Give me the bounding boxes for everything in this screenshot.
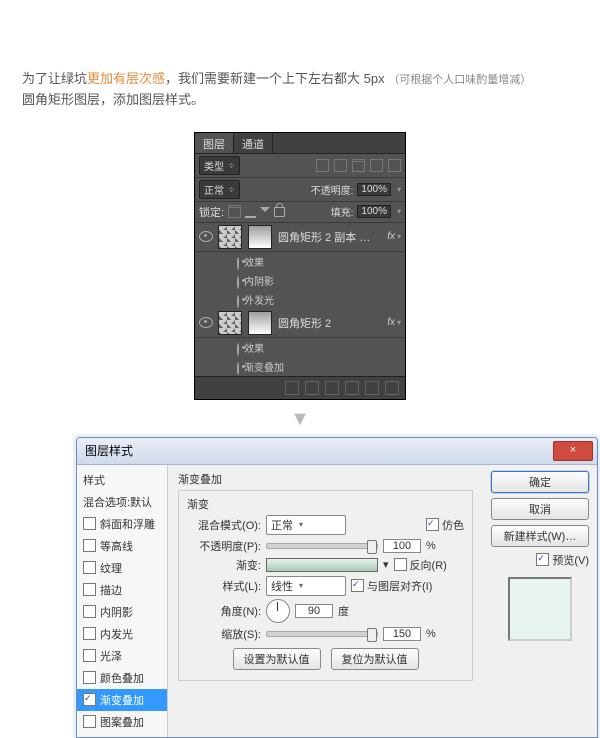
tutorial-paragraph: 为了让绿坑更加有层次感，我们需要新建一个上下左右都大 5px （可根据个人口味酌… [0,13,600,119]
fx-outer-glow[interactable]: 外发光 [244,296,274,307]
ok-button[interactable]: 确定 [491,471,589,493]
fx-indicator[interactable]: fx [387,317,395,328]
link-layers-icon[interactable] [285,381,299,395]
align-checkbox[interactable]: 与图层对齐(I) [351,578,432,594]
blend-mode-label: 混合模式(O): [187,517,261,533]
lock-transparent-icon[interactable] [228,205,241,218]
style-stroke[interactable]: 描边 [77,579,167,601]
layer-mask-icon[interactable] [325,381,339,395]
lock-all-icon[interactable] [274,207,285,217]
layer-thumbnail[interactable] [218,311,242,335]
filter-shape-icon[interactable] [370,159,383,172]
style-inner-shadow[interactable]: 内阴影 [77,601,167,623]
fx-gradient-overlay[interactable]: 渐变叠加 [244,363,284,374]
visibility-toggle[interactable] [237,343,239,356]
fx-inner-shadow[interactable]: 内阴影 [244,277,274,288]
layer-row[interactable]: 圆角矩形 2 fx ▾ [195,309,405,338]
style-list-header[interactable]: 样式 [77,469,167,491]
fx-indicator[interactable]: fx [387,231,395,242]
style-combo[interactable]: 线性▾ [266,576,346,596]
layer-style-icon[interactable] [305,381,319,395]
gradient-picker[interactable] [266,558,378,572]
fx-list-title: 效果 [244,344,264,355]
opacity-value[interactable]: 100% [357,183,391,196]
angle-dial[interactable] [266,599,290,623]
lock-position-icon[interactable] [260,207,270,217]
style-gradient-overlay[interactable]: 渐变叠加 [77,689,167,711]
dither-checkbox[interactable]: 仿色 [426,517,464,533]
filter-adjust-icon[interactable] [334,159,347,172]
visibility-toggle[interactable] [237,276,239,289]
dialog-title: 图层样式 [85,442,133,459]
layer-style-dialog: 图层样式 × 样式 混合选项:默认 斜面和浮雕 等高线 纹理 描边 内阴影 内发… [76,437,598,738]
preview-checkbox[interactable] [536,553,549,566]
opacity-label: 不透明度(P): [187,538,261,554]
visibility-toggle[interactable] [237,362,239,375]
opacity-slider[interactable] [266,543,378,549]
filter-type-icon[interactable] [352,159,365,172]
fill-value[interactable]: 100% [357,205,391,218]
style-texture[interactable]: 纹理 [77,557,167,579]
scale-input[interactable]: 150 [383,627,421,641]
layers-panel: 图层 通道 类型≑ 正常≑ 不透明度: 100%▾ 锁定: 填充: 1 [194,132,406,400]
style-inner-glow[interactable]: 内发光 [77,623,167,645]
dialog-titlebar[interactable]: 图层样式 × [77,438,597,465]
reset-default-button[interactable]: 复位为默认值 [331,648,419,670]
tab-channels[interactable]: 通道 [234,133,273,153]
set-default-button[interactable]: 设置为默认值 [233,648,321,670]
fill-label: 填充: [331,204,354,219]
scale-label: 缩放(S): [187,626,261,642]
layer-name: 圆角矩形 2 [278,315,331,331]
subsection-title: 渐变 [187,496,464,512]
filter-type-select[interactable]: 类型≑ [199,156,240,175]
style-bevel[interactable]: 斜面和浮雕 [77,513,167,535]
opacity-input[interactable]: 100 [383,539,421,553]
visibility-toggle[interactable] [237,295,239,308]
opacity-label: 不透明度: [311,182,354,197]
blend-mode-select[interactable]: 正常≑ [199,180,240,199]
scale-slider[interactable] [266,631,378,637]
filter-smart-icon[interactable] [388,159,401,172]
close-button[interactable]: × [553,441,593,461]
style-settings: 渐变叠加 渐变 混合模式(O): 正常▾ 仿色 不透明度(P): 100 % [168,465,483,737]
section-title: 渐变叠加 [178,471,473,487]
cancel-button[interactable]: 取消 [491,498,589,520]
flow-arrow-icon: ▼ [0,408,600,431]
layer-mask-thumbnail[interactable] [248,225,272,249]
blend-mode-combo[interactable]: 正常▾ [266,515,346,535]
preview-label: 预览(V) [552,552,589,568]
visibility-toggle[interactable] [237,257,239,270]
layer-mask-thumbnail[interactable] [248,311,272,335]
style-satin[interactable]: 光泽 [77,645,167,667]
style-color-overlay[interactable]: 颜色叠加 [77,667,167,689]
layer-name: 圆角矩形 2 副本 … [278,229,370,245]
style-pattern-overlay[interactable]: 图案叠加 [77,711,167,733]
new-style-button[interactable]: 新建样式(W)… [491,525,589,547]
style-list: 样式 混合选项:默认 斜面和浮雕 等高线 纹理 描边 内阴影 内发光 光泽 颜色… [77,465,168,737]
preview-swatch [508,577,572,641]
layer-row[interactable]: 圆角矩形 2 副本 … fx ▾ [195,223,405,252]
visibility-toggle[interactable] [199,231,213,242]
style-label: 样式(L): [187,578,261,594]
visibility-toggle[interactable] [199,317,213,328]
filter-pixel-icon[interactable] [316,159,329,172]
lock-pixels-icon[interactable] [245,205,256,218]
fx-list-title: 效果 [244,258,264,269]
reverse-checkbox[interactable]: 反向(R) [394,557,447,573]
lock-label: 锁定: [199,204,224,220]
angle-input[interactable]: 90 [295,604,333,618]
gradient-label: 渐变: [187,557,261,573]
style-contour[interactable]: 等高线 [77,535,167,557]
new-group-icon[interactable] [345,381,359,395]
layer-thumbnail[interactable] [218,225,242,249]
tab-layers[interactable]: 图层 [195,133,234,153]
new-layer-icon[interactable] [365,381,379,395]
angle-label: 角度(N): [187,603,261,619]
blend-options-header[interactable]: 混合选项:默认 [77,491,167,513]
delete-layer-icon[interactable] [385,381,399,395]
